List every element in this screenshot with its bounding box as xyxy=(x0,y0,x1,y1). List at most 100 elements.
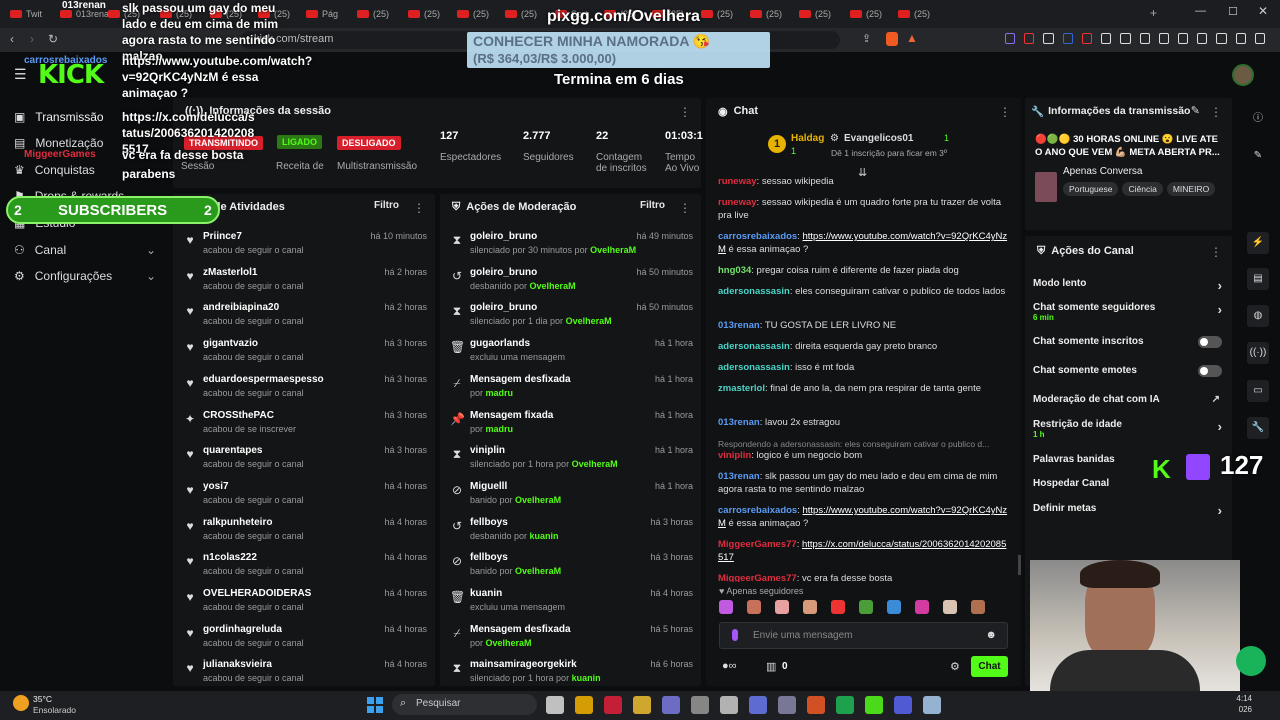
emote-icon[interactable] xyxy=(971,600,985,614)
filter-button[interactable]: Filtro xyxy=(374,200,399,211)
chat-message[interactable]: zmasterlol: final de ano la, da nem pra … xyxy=(718,382,1008,395)
kebab-menu-icon[interactable]: ⋮ xyxy=(679,105,691,119)
sidebar-icon[interactable] xyxy=(1177,33,1189,44)
chat-username[interactable]: MiggeerGames77 xyxy=(718,539,797,550)
spotify-icon[interactable] xyxy=(836,696,854,714)
taskbar-search[interactable]: ⌕ Pesquisar xyxy=(392,694,537,715)
edit-icon[interactable]: ✎ xyxy=(1191,104,1200,117)
chat-username[interactable]: adersonassasin xyxy=(718,341,790,352)
brave-shield-icon[interactable] xyxy=(886,32,898,46)
card-icon[interactable]: ▭ xyxy=(1247,380,1269,402)
extension-icon[interactable] xyxy=(1024,33,1035,44)
windows-start-icon[interactable] xyxy=(367,697,383,713)
channel-points-icon[interactable]: ●∞ xyxy=(722,660,737,672)
emote-icon[interactable] xyxy=(887,600,901,614)
chat-settings-icon[interactable]: ⚙ xyxy=(950,660,960,673)
app-icon[interactable] xyxy=(865,696,883,714)
chat-message[interactable]: carrosrebaixados: https://www.youtube.co… xyxy=(718,230,1008,256)
chat-message[interactable]: 013renan: TU GOSTA DE LER LIVRO NE xyxy=(718,319,1008,332)
new-tab-button[interactable]: + xyxy=(1150,6,1157,20)
chat-username[interactable]: adersonassasin xyxy=(718,286,790,297)
bolt-icon[interactable]: ⚡ xyxy=(1247,232,1269,254)
app-icon[interactable] xyxy=(749,696,767,714)
chat-message[interactable]: hng034: pregar coisa ruim é diferente de… xyxy=(718,264,1008,277)
obs-icon[interactable] xyxy=(720,696,738,714)
app-icon[interactable] xyxy=(662,696,680,714)
toggle-switch[interactable] xyxy=(1198,336,1222,348)
extension-icon[interactable] xyxy=(1081,33,1093,44)
emote-icon[interactable] xyxy=(803,600,817,614)
channel-action-row[interactable]: Chat somente emotes xyxy=(1033,365,1222,387)
activity-row[interactable]: ♥ n1colas222 acabou de seguir o canal há 4 … xyxy=(173,549,435,585)
chat-username[interactable]: 013renan xyxy=(718,320,760,331)
close-window-button[interactable]: ✕ xyxy=(1258,4,1268,18)
moderation-row[interactable]: ⧗ goleiro_bruno silenciado por 30 minutos … xyxy=(440,228,701,264)
chat-username[interactable]: viniplin xyxy=(718,450,751,461)
chat-username[interactable]: carrosrebaixados xyxy=(718,505,797,516)
activity-row[interactable]: ♥ gordinhagreluda acabou de seguir o canal… xyxy=(173,621,435,657)
send-chat-button[interactable]: Chat xyxy=(971,656,1008,677)
kebab-menu-icon[interactable]: ⋮ xyxy=(413,201,425,215)
chat-message[interactable]: viniplin: logico é um negocio bom xyxy=(718,449,1008,462)
steam-icon[interactable] xyxy=(778,696,796,714)
kebab-menu-icon[interactable]: ⋮ xyxy=(679,201,691,215)
activity-row[interactable]: ♥ ralkpunheteiro acabou de seguir o canal h… xyxy=(173,514,435,550)
activity-row[interactable]: ♥ andreibiapina20 acabou de seguir o canal… xyxy=(173,299,435,335)
discord-icon[interactable] xyxy=(894,696,912,714)
browser-tab[interactable]: (25) xyxy=(408,5,440,23)
emote-icon[interactable] xyxy=(831,600,845,614)
sidebar-item-canal[interactable]: ⚇ Canal ⌄ xyxy=(14,243,156,257)
browser-tab[interactable]: (25) xyxy=(850,5,882,23)
moderation-row[interactable]: ⌿ Mensagem desfixada por madru há 1 hora xyxy=(440,371,701,407)
moderation-row[interactable]: 📌 Mensagem fixada por madru há 1 hora xyxy=(440,407,701,443)
chat-username[interactable]: runeway xyxy=(718,176,757,187)
channel-action-row[interactable]: Hospedar Canal xyxy=(1033,478,1222,500)
chat-input[interactable]: Envie uma mensagem ☻ xyxy=(719,622,1008,649)
app-icon[interactable] xyxy=(691,696,709,714)
music-icon[interactable] xyxy=(1158,33,1169,44)
moderation-row[interactable]: 🗑 kuanin excluiu uma mensagem há 4 horas xyxy=(440,585,701,621)
channel-action-row[interactable]: Restrição de idade 1 h › xyxy=(1033,419,1222,441)
rewards-icon[interactable]: ▲ xyxy=(906,31,918,45)
toggle-switch[interactable] xyxy=(1198,365,1222,377)
channel-action-row[interactable]: Chat somente inscritos xyxy=(1033,336,1222,358)
sidebar-item-conquistas[interactable]: ♛ Conquistas xyxy=(14,163,95,177)
chat-username[interactable]: carrosrebaixados xyxy=(718,231,797,242)
leaderboard-target[interactable]: Evangelicos01 xyxy=(844,133,913,144)
share-icon[interactable]: ⇪ xyxy=(862,32,871,45)
emote-icon[interactable] xyxy=(943,600,957,614)
browser-tab[interactable]: Pág xyxy=(306,5,338,23)
moderation-row[interactable]: ⊘ fellboys banido por OvelheraM há 3 horas xyxy=(440,549,701,585)
file-explorer-icon[interactable] xyxy=(633,696,651,714)
extension-icon[interactable] xyxy=(1101,33,1112,44)
leo-icon[interactable] xyxy=(1216,33,1227,44)
channel-action-row[interactable]: Chat somente seguidores 6 min › xyxy=(1033,302,1222,324)
moderation-row[interactable]: ⊘ Miguelll banido por OvelheraM há 1 hora xyxy=(440,478,701,514)
extension-icon[interactable] xyxy=(1005,33,1016,44)
chat-message[interactable]: runeway: sessao wikipedia é um quadro fo… xyxy=(718,196,1008,222)
filter-button[interactable]: Filtro xyxy=(640,200,665,211)
chat-message[interactable]: MiggeerGames77: vc era fa desse bosta xyxy=(718,572,1008,582)
floating-support-button[interactable] xyxy=(1236,646,1266,676)
stream-tag[interactable]: Portuguese xyxy=(1063,182,1119,196)
sidebar-item-monetizacao[interactable]: ▤ Monetização xyxy=(14,136,103,150)
broadcast-icon[interactable]: ((·)) xyxy=(1247,342,1269,364)
chat-message[interactable]: 013renan: slk passou um gay do meu lado … xyxy=(718,470,1008,496)
browser-tab[interactable]: (25) xyxy=(898,5,930,23)
moderation-row[interactable]: 🗑 gugaorlands excluiu uma mensagem há 1 hor… xyxy=(440,335,701,371)
maximize-button[interactable]: ☐ xyxy=(1228,5,1238,18)
mic-icon[interactable] xyxy=(732,629,738,641)
channel-action-row[interactable]: Moderação de chat com IA ↗ xyxy=(1033,394,1222,416)
activity-row[interactable]: ♥ zMasterlol1 acabou de seguir o canal há 2… xyxy=(173,264,435,300)
chat-bubble-icon[interactable]: ◍ xyxy=(1247,305,1269,327)
channel-action-row[interactable]: Modo lento › xyxy=(1033,278,1222,300)
leaderboard-user[interactable]: Haldag xyxy=(791,133,824,144)
menu-icon[interactable] xyxy=(1254,33,1266,44)
menu-icon[interactable]: ☰ xyxy=(14,66,27,83)
chat-username[interactable]: MiggeerGames77 xyxy=(718,573,797,582)
activity-row[interactable]: ♥ quarentapes acabou de seguir o canal há 3… xyxy=(173,442,435,478)
emote-icon[interactable] xyxy=(719,600,733,614)
activity-row[interactable]: ✦ CROSSthePAC acabou de se inscrever há 3 h… xyxy=(173,407,435,443)
download-icon[interactable] xyxy=(1139,33,1150,44)
browser-tab[interactable]: (25) xyxy=(357,5,389,23)
